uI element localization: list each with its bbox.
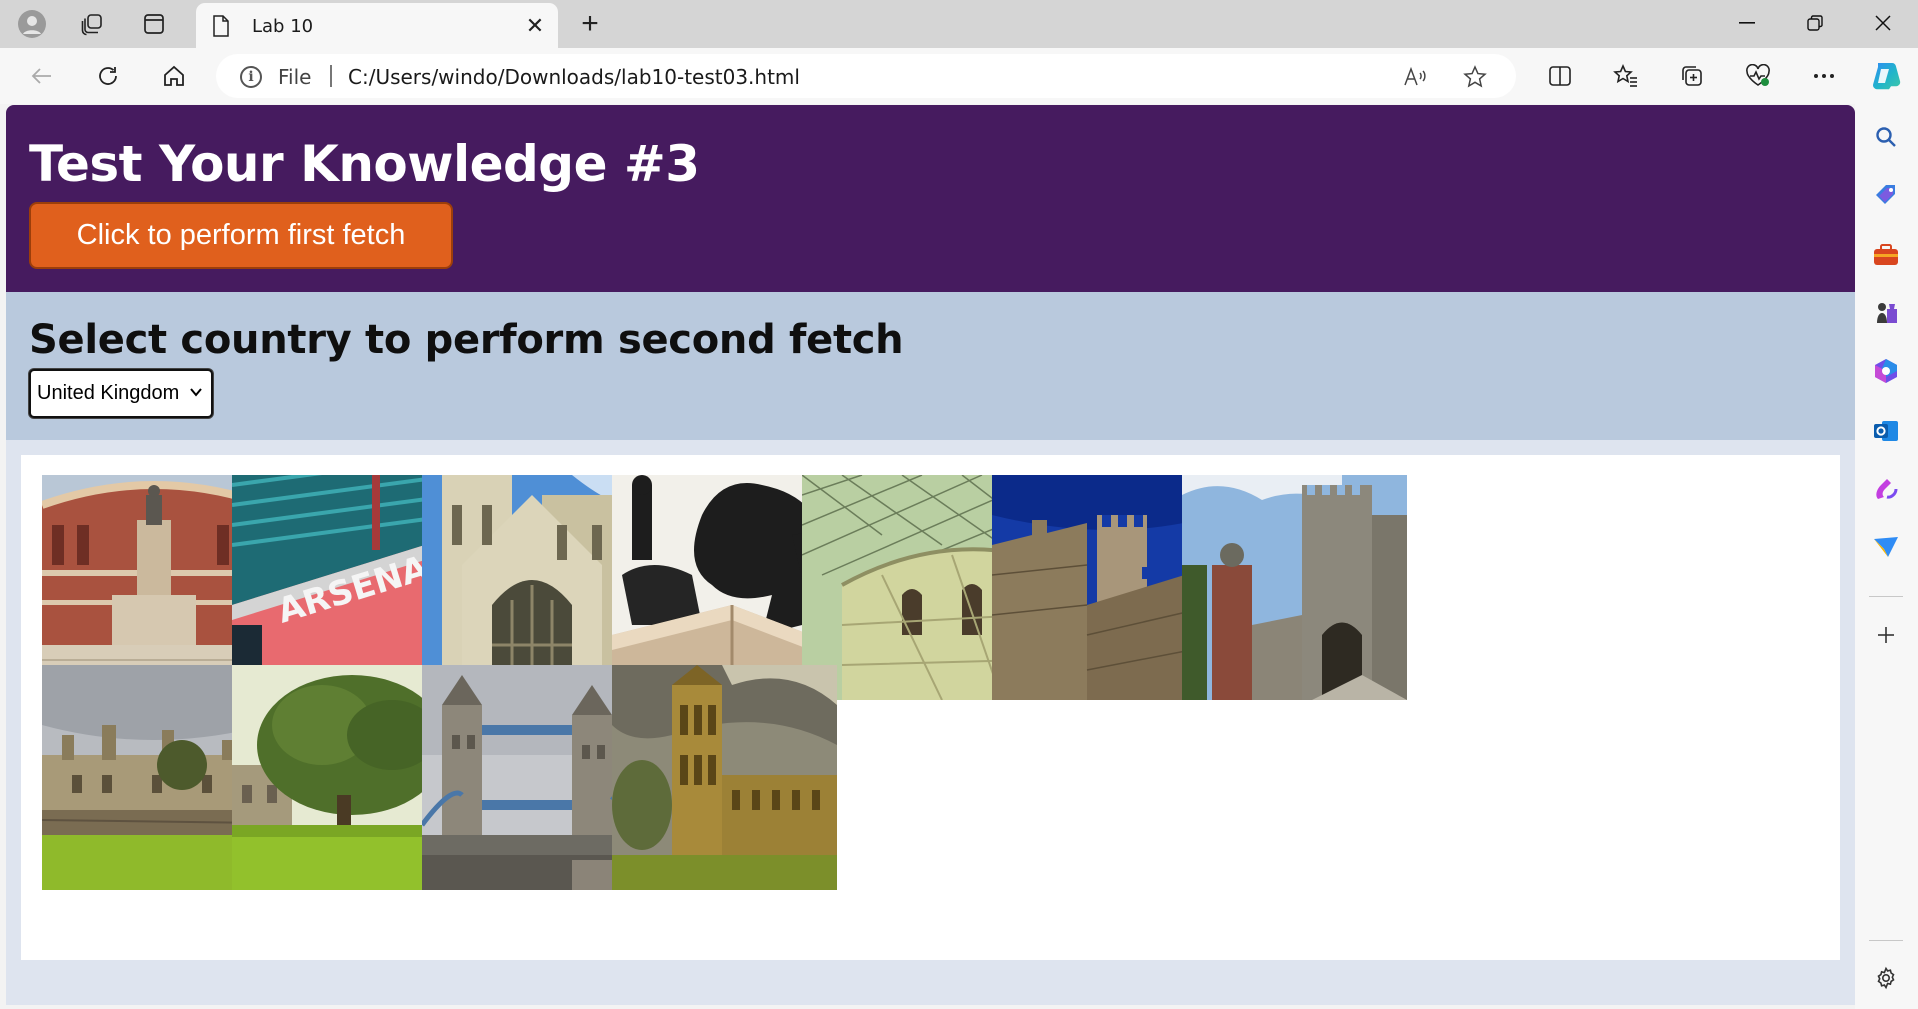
restore-button[interactable] (1782, 0, 1848, 46)
first-fetch-button[interactable]: Click to perform first fetch (29, 202, 453, 269)
send-plane-icon[interactable] (1869, 530, 1903, 564)
shopping-tag-icon[interactable] (1869, 178, 1903, 212)
page-icon (213, 15, 229, 37)
country-panel: Select country to perform second fetch U… (6, 292, 1855, 440)
page-viewport: Test Your Knowledge #3 Click to perform … (6, 105, 1855, 1005)
sidebar-divider-bottom (1869, 940, 1903, 941)
add-sidebar-app-icon[interactable] (1869, 618, 1903, 652)
new-tab-button[interactable]: + (572, 6, 608, 42)
split-screen-icon[interactable] (1540, 56, 1580, 96)
address-separator (330, 65, 332, 87)
address-bar[interactable]: i File C:/Users/windo/Downloads/lab10-te… (216, 54, 1516, 98)
copilot-icon[interactable] (1866, 56, 1906, 96)
gallery-image-castle-tower-gate[interactable] (1182, 475, 1407, 700)
tab-strip: Lab 10 ✕ + (0, 0, 1918, 48)
tools-briefcase-icon[interactable] (1869, 238, 1903, 272)
gallery-image-palace-of-westminster[interactable] (612, 665, 837, 890)
chevron-down-icon (190, 388, 202, 397)
back-button[interactable] (22, 56, 62, 96)
profile-icon[interactable] (14, 6, 50, 42)
sidebar-settings-gear-icon[interactable] (1869, 961, 1903, 995)
image-gallery: ARSENAL (21, 455, 1840, 960)
navigation-toolbar: i File C:/Users/windo/Downloads/lab10-te… (0, 48, 1918, 104)
read-aloud-icon[interactable] (1400, 62, 1430, 92)
more-options-icon[interactable] (1804, 56, 1844, 96)
edge-sidebar (1855, 104, 1918, 1009)
refresh-button[interactable] (88, 56, 128, 96)
country-select-value: United Kingdom (37, 382, 180, 404)
designer-icon[interactable] (1869, 472, 1903, 506)
home-button[interactable] (154, 56, 194, 96)
games-chess-icon[interactable] (1869, 296, 1903, 330)
page-title: Test Your Knowledge #3 (29, 135, 700, 193)
browser-essentials-icon[interactable] (1738, 56, 1778, 96)
tab-title: Lab 10 (252, 16, 314, 37)
tab-active[interactable]: Lab 10 ✕ (196, 3, 558, 48)
outlook-icon[interactable] (1869, 414, 1903, 448)
minimize-button[interactable] (1714, 0, 1780, 46)
search-icon[interactable] (1869, 120, 1903, 154)
vertical-tabs-icon[interactable] (136, 6, 172, 42)
close-tab-icon[interactable]: ✕ (520, 11, 550, 41)
page-header: Test Your Knowledge #3 Click to perform … (6, 105, 1855, 292)
sidebar-divider (1869, 596, 1903, 597)
info-icon[interactable]: i (240, 66, 262, 88)
workspaces-icon[interactable] (74, 6, 110, 42)
close-window-button[interactable] (1850, 0, 1916, 46)
collections-icon[interactable] (1672, 56, 1712, 96)
address-url[interactable]: C:/Users/windo/Downloads/lab10-test03.ht… (348, 65, 800, 89)
microsoft-365-icon[interactable] (1869, 354, 1903, 388)
favorites-icon[interactable] (1606, 56, 1646, 96)
country-heading: Select country to perform second fetch (29, 317, 904, 363)
favorite-star-icon[interactable] (1460, 62, 1490, 92)
address-scheme: File (278, 65, 312, 89)
country-select[interactable]: United Kingdom (29, 369, 213, 418)
